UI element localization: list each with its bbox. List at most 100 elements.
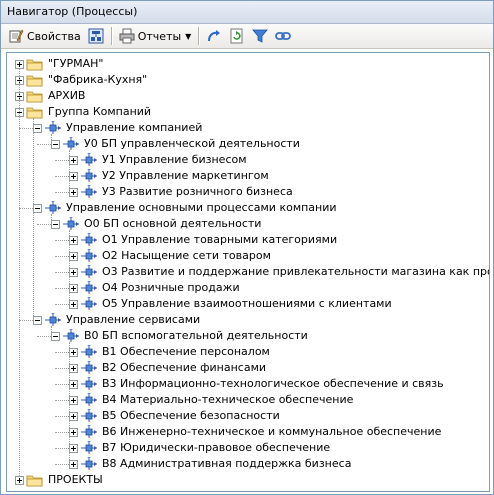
folder-icon <box>26 89 44 103</box>
tree-process-node[interactable]: У0 БП управленческой деятельности <box>51 136 301 152</box>
reports-button[interactable]: Отчеты ▼ <box>116 26 195 46</box>
tree-connector <box>55 160 69 161</box>
expand-toggle-icon[interactable] <box>69 251 78 261</box>
collapse-toggle-icon[interactable] <box>33 123 42 133</box>
expand-toggle-icon[interactable] <box>69 187 78 197</box>
tree-process-node[interactable]: О1 Управление товарными категориями <box>69 232 338 248</box>
refresh-icon <box>230 28 243 44</box>
expand-toggle-icon[interactable] <box>69 427 78 437</box>
tree-connector <box>55 400 69 401</box>
tree-node-label: АРХИВ <box>48 89 86 102</box>
window-title: Навигатор (Процессы) <box>1 1 493 24</box>
printer-icon <box>119 28 135 44</box>
process-icon <box>80 345 98 359</box>
tree-folder-node[interactable]: АРХИВ <box>15 88 86 104</box>
tree-connector <box>69 150 70 192</box>
process-tree[interactable]: "ГУРМАН" "Фабрика-Кухня" АРХИВ Группа Компа… <box>6 52 490 492</box>
navigate-button[interactable] <box>203 26 225 46</box>
chevron-down-icon: ▼ <box>185 31 192 41</box>
tree-process-node[interactable]: В8 Административная поддержка бизнеса <box>69 456 352 472</box>
tree-node-label: В6 Инженерно-техническое и коммунальное … <box>102 425 442 438</box>
toolbar-separator <box>198 27 201 45</box>
tree-process-node[interactable]: О2 Насыщение сети товаром <box>69 248 272 264</box>
tree-process-node[interactable]: Управление основными процессами компании <box>33 200 338 216</box>
expand-toggle-icon[interactable] <box>69 267 78 277</box>
tree-process-node[interactable]: В2 Обеспечение финансами <box>69 360 267 376</box>
link-button[interactable] <box>272 26 294 46</box>
tree-folder-node[interactable]: "Фабрика-Кухня" <box>15 72 148 88</box>
tree-connector <box>51 214 52 224</box>
expand-toggle-icon[interactable] <box>15 475 24 485</box>
tree-process-node[interactable]: В6 Инженерно-техническое и коммунальное … <box>69 424 442 440</box>
expand-toggle-icon[interactable] <box>69 395 78 405</box>
tree-connector <box>55 432 69 433</box>
tree-process-node[interactable]: Управление компанией <box>33 120 203 136</box>
tree-process-node[interactable]: У2 Управление маркетингом <box>69 168 270 184</box>
curved-arrow-icon <box>208 30 221 42</box>
tree-process-node[interactable]: У1 Управление бизнесом <box>69 152 248 168</box>
expand-toggle-icon[interactable] <box>69 443 78 453</box>
process-icon <box>62 137 80 151</box>
tree-connector <box>55 288 69 289</box>
collapse-toggle-icon[interactable] <box>51 219 60 229</box>
refresh-button[interactable] <box>226 26 248 46</box>
tree-folder-node[interactable]: ПРОЕКТЫ <box>15 472 104 488</box>
expand-toggle-icon[interactable] <box>69 459 78 469</box>
tree-process-node[interactable]: О3 Развитие и поддержание привлекательно… <box>69 264 490 280</box>
tree-node-label: Управление компанией <box>66 121 203 134</box>
tree-process-node[interactable]: В7 Юридически-правовое обеспечение <box>69 440 331 456</box>
tree-node-label: В1 Обеспечение персоналом <box>102 345 270 358</box>
process-icon <box>80 441 98 455</box>
tree-node-label: В2 Обеспечение финансами <box>102 361 267 374</box>
process-icon <box>62 217 80 231</box>
expand-toggle-icon[interactable] <box>69 363 78 373</box>
tree-process-node[interactable]: Управление сервисами <box>33 312 201 328</box>
expand-toggle-icon[interactable] <box>69 171 78 181</box>
tree-process-node[interactable]: В5 Обеспечение безопасности <box>69 408 281 424</box>
process-icon <box>80 425 98 439</box>
tree-connector <box>19 128 33 129</box>
tree-process-node[interactable]: В4 Материально-техническое обеспечение <box>69 392 354 408</box>
tree-folder-node[interactable]: "ГУРМАН" <box>15 56 104 72</box>
filter-button[interactable] <box>249 26 271 46</box>
folder-icon <box>26 73 44 87</box>
tree-process-node[interactable]: О0 БП основной деятельности <box>51 216 262 232</box>
tree-node-label: О5 Управление взаимоотношениями с клиент… <box>102 297 392 310</box>
folder-icon <box>26 473 44 487</box>
tree-process-node[interactable]: В0 БП вспомогательной деятельности <box>51 328 309 344</box>
expand-toggle-icon[interactable] <box>69 283 78 293</box>
tree-process-node[interactable]: В3 Информационно-технологическое обеспеч… <box>69 376 445 392</box>
collapse-toggle-icon[interactable] <box>51 331 60 341</box>
tree-connector <box>37 144 51 145</box>
expand-toggle-icon[interactable] <box>69 235 78 245</box>
collapse-toggle-icon[interactable] <box>33 203 42 213</box>
tree-node-label: Управление сервисами <box>66 313 201 326</box>
tree-connector <box>69 230 70 304</box>
tree-node-label: О0 БП основной деятельности <box>84 217 262 230</box>
process-icon <box>80 377 98 391</box>
tree-process-node[interactable]: О5 Управление взаимоотношениями с клиент… <box>69 296 393 312</box>
expand-toggle-icon[interactable] <box>69 379 78 389</box>
expand-toggle-icon[interactable] <box>69 155 78 165</box>
tree-node-label: О3 Развитие и поддержание привлекательно… <box>102 265 490 278</box>
expand-toggle-icon[interactable] <box>69 411 78 421</box>
tree-process-node[interactable]: У3 Развитие розничного бизнеса <box>69 184 294 200</box>
tree-node-label: В8 Административная поддержка бизнеса <box>102 457 352 470</box>
collapse-toggle-icon[interactable] <box>33 315 42 325</box>
diagram-icon <box>88 28 104 44</box>
tree-node-label: Группа Компаний <box>48 105 152 118</box>
tree-process-node[interactable]: О4 Розничные продажи <box>69 280 241 296</box>
tree-connector <box>55 352 69 353</box>
expand-toggle-icon[interactable] <box>69 299 78 309</box>
tree-node-label: В0 БП вспомогательной деятельности <box>84 329 308 342</box>
tree-process-node[interactable]: В1 Обеспечение персоналом <box>69 344 271 360</box>
tree-node-label: У3 Развитие розничного бизнеса <box>102 185 293 198</box>
tree-folder-node[interactable]: Группа Компаний <box>15 104 152 120</box>
tree-node-label: В4 Материально-техническое обеспечение <box>102 393 354 406</box>
tree-connector <box>19 208 33 209</box>
collapse-toggle-icon[interactable] <box>51 139 60 149</box>
expand-toggle-icon[interactable] <box>69 347 78 357</box>
properties-button[interactable]: Свойства <box>5 26 84 46</box>
process-icon <box>80 233 98 247</box>
diagram-button[interactable] <box>85 26 107 46</box>
